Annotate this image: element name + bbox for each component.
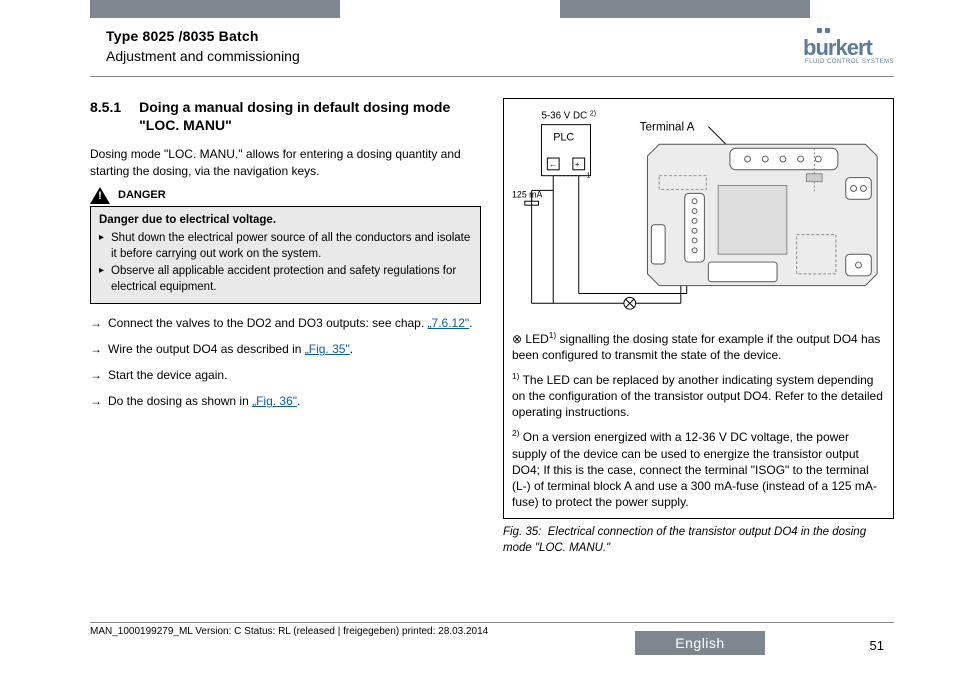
crossref-link[interactable]: „7.6.12" [428,316,470,330]
section-number: 8.5.1 [90,98,121,134]
step-row: → Connect the valves to the DO2 and DO3 … [90,314,481,332]
procedure-steps: → Connect the valves to the DO2 and DO3 … [90,314,481,410]
section-heading: 8.5.1 Doing a manual dosing in default d… [90,98,481,134]
svg-text:5-36 V DC 2): 5-36 V DC 2) [541,110,596,122]
left-column: 8.5.1 Doing a manual dosing in default d… [90,98,481,613]
footnote-1: The LED can be replaced by another indic… [512,373,883,419]
warning-triangle-icon [90,187,110,204]
step-text: Start the device again. [108,366,227,384]
step-text: Wire the output DO4 as described in [108,342,305,356]
step-row: → Wire the output DO4 as described in „F… [90,340,481,358]
step-row: → Do the dosing as shown in „Fig. 36". [90,392,481,410]
right-column: 5-36 V DC 2) PLC ← + 1 125 mA [503,98,894,613]
svg-text:+: + [575,160,580,169]
doc-subtitle: Adjustment and commissioning [106,48,300,64]
header-rule [90,76,894,77]
brand-logo: burkert FLUID CONTROL SYSTEMS [803,28,894,65]
section-title: Doing a manual dosing in default dosing … [139,98,481,134]
svg-text:1: 1 [587,173,591,180]
danger-box: Danger due to electrical voltage. Shut d… [90,206,481,305]
arrow-icon: → [90,314,102,332]
figure-box: 5-36 V DC 2) PLC ← + 1 125 mA [503,98,894,519]
step-text: Do the dosing as shown in [108,394,252,408]
figure-caption: Fig. 35: Electrical connection of the tr… [503,525,894,556]
doc-type-line: Type 8025 /8035 Batch [106,28,300,44]
top-tab-left [90,0,340,18]
danger-item: Observe all applicable accident protecti… [99,264,472,295]
crossref-link[interactable]: „Fig. 35" [305,342,350,356]
footer-meta: MAN_1000199279_ML Version: C Status: RL … [90,626,488,637]
svg-text:←: ← [549,160,557,169]
top-tab-right [560,0,810,18]
figure-caption-text: Electrical connection of the transistor … [503,526,866,554]
page-number: 51 [870,638,884,653]
led-text-cont: signalling the dosing state for example … [512,332,880,362]
arrow-icon: → [90,340,102,358]
danger-item: Shut down the electrical power source of… [99,231,472,262]
arrow-icon: → [90,366,102,384]
led-text: LED [525,332,548,346]
language-badge: English [635,631,765,655]
danger-label: DANGER [118,189,166,201]
crossref-link[interactable]: „Fig. 36" [252,394,297,408]
led-marker-icon: ⊗ [512,332,522,346]
brand-logo-tag: FLUID CONTROL SYSTEMS [805,59,894,65]
footnote-2: On a version energized with a 12-36 V DC… [512,430,877,509]
intro-paragraph: Dosing mode "LOC. MANU." allows for ente… [90,146,481,178]
danger-title: Danger due to electrical voltage. [99,213,472,229]
step-text: Connect the valves to the DO2 and DO3 ou… [108,316,428,330]
svg-text:PLC: PLC [553,131,574,143]
step-row: → Start the device again. [90,366,481,384]
figure-label: Fig. 35: [503,526,541,538]
page-header: Type 8025 /8035 Batch Adjustment and com… [106,28,894,65]
brand-logo-text: burkert [803,35,872,61]
wiring-diagram: 5-36 V DC 2) PLC ← + 1 125 mA [512,105,885,320]
svg-text:Terminal A: Terminal A [640,121,695,134]
footer-rule [90,622,894,623]
arrow-icon: → [90,392,102,410]
